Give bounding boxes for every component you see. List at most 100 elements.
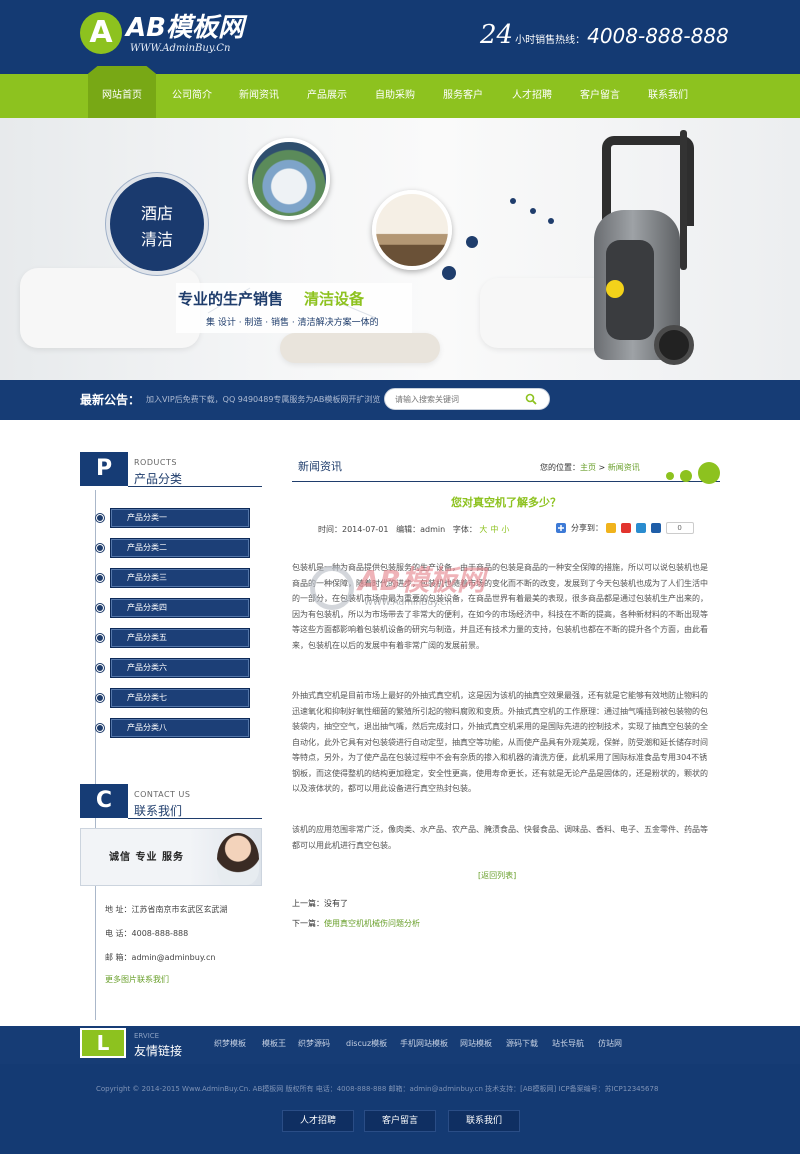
category-item[interactable]: 产品分类八 — [96, 718, 250, 738]
category-item[interactable]: 产品分类七 — [96, 688, 250, 708]
main-nav: 网站首页 公司简介 新闻资讯 产品展示 自助采购 服务客户 人才招聘 客户留言 … — [0, 66, 800, 118]
nav-jobs[interactable]: 人才招聘 — [498, 74, 566, 118]
category-item[interactable]: 产品分类六 — [96, 658, 250, 678]
service-slogan: 诚信 专业 服务 — [109, 852, 184, 863]
notice-text[interactable]: 加入VIP后免费下载，QQ 9490489专属服务为AB模板网开扩浏览 — [146, 394, 380, 406]
decor-dot — [680, 470, 692, 482]
search-box — [384, 388, 550, 410]
section-header: 新闻资讯 — [292, 456, 720, 482]
category-item[interactable]: 产品分类四 — [96, 598, 250, 618]
nav-home[interactable]: 网站首页 — [88, 66, 156, 118]
contact-email: 邮 箱：admin@adminbuy.cn — [105, 953, 216, 962]
washer-lance — [680, 130, 687, 270]
font-large[interactable]: 大 — [479, 525, 487, 534]
tencent-weibo-icon[interactable] — [635, 523, 646, 533]
hotline-24: 24 — [480, 20, 514, 50]
friend-links-bar: L ERVICE 友情链接 织梦模板 模板王 织梦源码 discuz模板 手机网… — [0, 1026, 800, 1064]
friend-link[interactable]: 仿站网 — [598, 1038, 622, 1049]
friend-link[interactable]: 织梦源码 — [298, 1038, 330, 1049]
hotel-clean-badge: 酒店 清洁 — [106, 173, 208, 275]
slogan-highlight: 清洁设备 — [304, 290, 365, 308]
nav-products[interactable]: 产品展示 — [293, 74, 361, 118]
watermark-url: WWW.AdminBuy.Cn — [364, 598, 452, 608]
logo-url: WWW.AdminBuy.Cn — [130, 43, 231, 54]
search-input[interactable] — [395, 392, 515, 407]
nav-contact[interactable]: 联系我们 — [634, 74, 702, 118]
nav-about[interactable]: 公司简介 — [158, 74, 226, 118]
contact-address: 地 址：江苏省南京市玄武区玄武湖 — [105, 905, 228, 914]
contact-more-link[interactable]: 更多图片联系我们 — [105, 974, 169, 985]
nav-service[interactable]: 服务客户 — [429, 74, 497, 118]
interior-photo — [372, 190, 452, 270]
bullet-icon — [96, 724, 104, 732]
decor-dot — [666, 472, 674, 480]
heading-rule — [128, 486, 262, 487]
category-item[interactable]: 产品分类一 — [96, 508, 250, 528]
category-item[interactable]: 产品分类五 — [96, 628, 250, 648]
article-meta: 时间：2014-07-01 编辑：admin 字体： 大中小 — [318, 524, 512, 535]
font-label: 字体： — [452, 525, 477, 534]
category-label: 产品分类八 — [127, 723, 167, 732]
back-to-list-link[interactable]: [返回列表] — [478, 870, 516, 881]
font-medium[interactable]: 中 — [490, 525, 498, 534]
crumb-current[interactable]: 新闻资讯 — [608, 463, 640, 472]
category-label: 产品分类七 — [127, 693, 167, 702]
bullet-icon — [96, 634, 104, 642]
footer-contact-button[interactable]: 联系我们 — [448, 1110, 520, 1132]
heading-rule — [128, 818, 262, 819]
logo[interactable]: A AB模板网 WWW.AdminBuy.Cn — [80, 12, 320, 60]
next-link[interactable]: 使用真空机机械伤问题分析 — [324, 919, 420, 928]
footer-jobs-button[interactable]: 人才招聘 — [282, 1110, 354, 1132]
category-item[interactable]: 产品分类三 — [96, 568, 250, 588]
next-label: 下一篇： — [292, 919, 324, 928]
nav-news[interactable]: 新闻资讯 — [225, 74, 293, 118]
friend-link[interactable]: discuz模板 — [346, 1038, 387, 1049]
friend-link[interactable]: 网站模板 — [460, 1038, 492, 1049]
article-paragraph: 该机的应用范围非常广泛，像肉类、水产品、农产品、腌渍食品、快餐食品、调味品、香料… — [292, 825, 708, 850]
hotline-label: 小时销售热线： — [515, 35, 586, 46]
category-item[interactable]: 产品分类二 — [96, 538, 250, 558]
pressure-washer-image — [584, 130, 704, 380]
watermark-name: AB模板网 — [358, 564, 486, 597]
banner-slogan: 专业的生产销售 清洁设备 集 设计 · 制造 · 销售 · 清洁解决方案一体的 — [176, 283, 412, 333]
share-plus-icon[interactable] — [556, 523, 566, 533]
category-label: 产品分类五 — [127, 633, 167, 642]
friend-link[interactable]: 模板王 — [262, 1038, 286, 1049]
nav-message[interactable]: 客户留言 — [566, 74, 634, 118]
font-small[interactable]: 小 — [501, 525, 509, 534]
prev-value: 没有了 — [324, 899, 348, 908]
footer-message-button[interactable]: 客户留言 — [364, 1110, 436, 1132]
nav-purchase[interactable]: 自助采购 — [361, 74, 429, 118]
contact-en: CONTACT US — [134, 790, 191, 799]
article-paragraph: 外抽式真空机是目前市场上最好的外抽式真空机，这是因为该机的抽真空效果最强，还有就… — [292, 691, 708, 793]
links-letter: L — [80, 1028, 126, 1058]
logo-name: AB模板网 — [126, 13, 244, 43]
bullet-icon — [96, 694, 104, 702]
category-label: 产品分类一 — [127, 513, 167, 522]
friend-link[interactable]: 源码下载 — [506, 1038, 538, 1049]
category-label: 产品分类六 — [127, 663, 167, 672]
crumb-label: 您的位置： — [540, 463, 580, 472]
search-icon[interactable] — [525, 393, 537, 405]
category-label: 产品分类二 — [127, 543, 167, 552]
header: A AB模板网 WWW.AdminBuy.Cn 24 小时销售热线： 4008-88… — [0, 0, 800, 74]
agent-avatar — [217, 833, 259, 885]
bullet-icon — [96, 514, 104, 522]
products-cn: 产品分类 — [134, 472, 183, 486]
crumb-sep-icon: > — [596, 463, 608, 472]
renren-icon[interactable] — [650, 523, 661, 533]
washer-knob — [606, 280, 624, 298]
qzone-icon[interactable] — [605, 523, 616, 533]
watermark-ring-icon — [310, 566, 354, 610]
footer: Copyright © 2014-2015 Www.AdminBuy.Cn. A… — [0, 1064, 800, 1154]
stadium-photo — [248, 138, 330, 220]
decor-dot — [698, 462, 720, 484]
friend-link[interactable]: 手机网站模板 — [400, 1038, 448, 1049]
breadcrumb: 您的位置：主页 > 新闻资讯 — [540, 462, 640, 473]
contact-cn: 联系我们 — [134, 804, 183, 818]
crumb-home[interactable]: 主页 — [580, 463, 596, 472]
friend-link[interactable]: 站长导航 — [552, 1038, 584, 1049]
category-label: 产品分类四 — [127, 603, 167, 612]
friend-link[interactable]: 织梦模板 — [214, 1038, 246, 1049]
weibo-icon[interactable] — [620, 523, 631, 533]
